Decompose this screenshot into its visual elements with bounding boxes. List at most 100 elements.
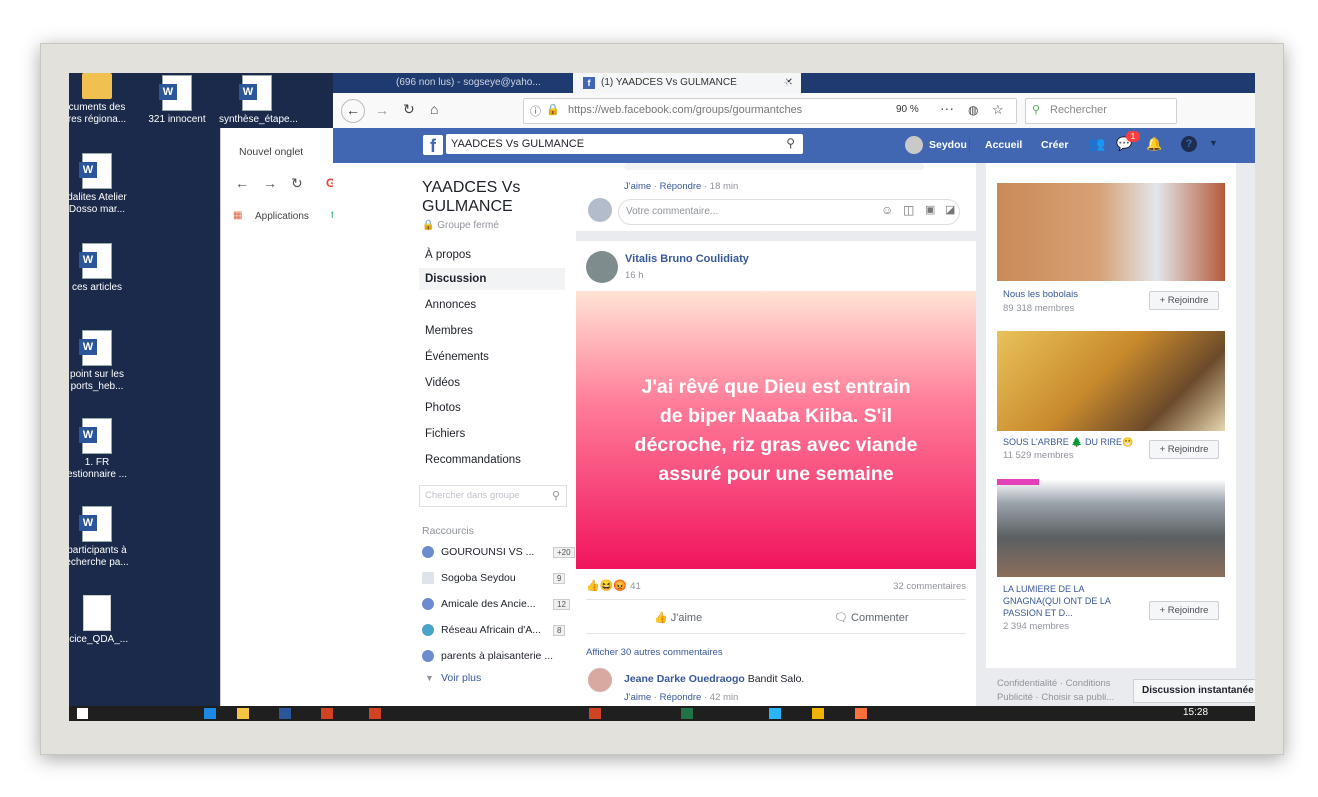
firefox-search-box[interactable]: ⚲ Rechercher [1025, 98, 1177, 124]
friends-icon[interactable]: 👥 [1089, 136, 1105, 152]
info-icon[interactable]: ⓘ [530, 103, 541, 119]
nav-item-videos[interactable]: Vidéos [425, 377, 460, 389]
desktop-icon-folder[interactable]: cuments des res régiona... [69, 73, 135, 126]
comment-author[interactable]: Jeane Darke Ouedraogo [624, 673, 745, 685]
chrome-icon[interactable] [812, 708, 824, 719]
nav-item-files[interactable]: Fichiers [425, 428, 465, 440]
avatar[interactable] [905, 136, 923, 154]
shortcut-item[interactable]: Réseau Africain d'A... [441, 624, 541, 636]
powerpoint-icon[interactable] [321, 708, 333, 719]
camera-icon[interactable]: ◫ [903, 203, 914, 217]
skype-icon[interactable] [769, 708, 781, 719]
nav-home-link[interactable]: Accueil [985, 139, 1022, 151]
word-icon[interactable] [279, 708, 291, 719]
help-icon[interactable]: ? [1181, 136, 1197, 152]
nav-create-link[interactable]: Créer [1041, 139, 1068, 151]
more-comments-link[interactable]: Afficher 30 autres commentaires [586, 647, 723, 658]
post-time[interactable]: 16 h [625, 270, 644, 281]
home-icon[interactable]: ⌂ [430, 101, 438, 117]
comment-reply-link[interactable]: Répondre [660, 181, 702, 192]
chrome-tab[interactable]: Nouvel onglet [239, 146, 303, 158]
nav-item-announcements[interactable]: Annonces [425, 299, 476, 311]
chevron-down-icon[interactable]: ▼ [1209, 138, 1218, 148]
shortcut-item[interactable]: parents à plaisanterie ... [441, 650, 553, 662]
footer-links[interactable]: Confidentialité · Conditions [997, 678, 1111, 689]
join-group-button[interactable]: + Rejoindre [1149, 601, 1219, 620]
acrobat-icon[interactable] [369, 708, 381, 719]
group-cover-image[interactable] [997, 183, 1225, 281]
url-bar[interactable]: ⓘ 🔒 https://web.facebook.com/groups/gour… [523, 98, 1017, 124]
forward-arrow-icon[interactable]: → [375, 102, 389, 118]
search-icon[interactable]: ⚲ [786, 136, 795, 150]
comment-input[interactable]: Votre commentaire... ☺ ◫ ▣ ◪ [618, 199, 960, 225]
back-arrow-icon[interactable]: ← [341, 99, 365, 123]
shortcut-item[interactable]: Sogoba Seydou [441, 572, 516, 584]
comment-reply-link[interactable]: Répondre [660, 692, 702, 703]
tab-facebook[interactable]: f (1) YAADCES Vs GULMANCE ✕ [573, 73, 801, 93]
tab-mail[interactable]: (696 non lus) - sogseye@yaho... ✕ [368, 73, 601, 93]
reload-icon[interactable]: ↻ [291, 175, 303, 192]
firefox-icon[interactable] [855, 708, 867, 719]
comments-count[interactable]: 32 commentaires [893, 581, 966, 592]
like-button[interactable]: 👍 J'aime [654, 611, 702, 624]
chat-bar[interactable]: Discussion instantanée [1133, 679, 1255, 703]
gif-icon[interactable]: ▣ [925, 203, 935, 216]
shortcut-item[interactable]: GOUROUNSI VS ... [441, 546, 534, 558]
bookmark-applications[interactable]: Applications [255, 211, 309, 222]
shortcut-item[interactable]: Amicale des Ancie... [441, 598, 536, 610]
facebook-logo-icon[interactable]: f [423, 135, 443, 156]
group-name[interactable]: LA LUMIERE DE LA GNAGNA(QUI ONT DE LA PA… [1003, 583, 1133, 619]
comment-button[interactable]: 🗨 Commenter [834, 611, 909, 624]
nav-item-members[interactable]: Membres [425, 325, 473, 337]
star-bookmark-icon[interactable]: ☆ [992, 102, 1004, 118]
more-dots-icon[interactable]: ··· [940, 100, 954, 116]
group-cover-image[interactable] [997, 479, 1225, 577]
group-name[interactable]: Nous les bobolais [1003, 289, 1078, 300]
avatar[interactable] [588, 668, 612, 692]
emoji-icon[interactable]: ☺ [881, 203, 893, 217]
reactions-row[interactable]: 👍😆😡 41 [586, 579, 641, 592]
desktop-icon-word[interactable]: W 321 innocent [139, 75, 215, 126]
desktop-icon-word[interactable]: W ces articles [69, 243, 135, 294]
nav-item-discussion[interactable]: Discussion [425, 273, 486, 285]
nav-item-recommendations[interactable]: Recommandations [425, 454, 521, 466]
new-tab-plus-icon[interactable]: + [783, 74, 791, 90]
sticker-icon[interactable]: ◪ [945, 203, 955, 216]
reload-icon[interactable]: ↻ [403, 101, 415, 118]
windows-start-icon[interactable] [77, 708, 88, 719]
zoom-level[interactable]: 90 % [896, 104, 919, 115]
profile-name[interactable]: Seydou [929, 139, 967, 151]
group-name[interactable]: SOUS L'ARBRE 🌲 DU RIRE😁 [1003, 437, 1133, 448]
desktop-icon-word[interactable]: W synthèse_étape... [219, 75, 298, 126]
post-author[interactable]: Vitalis Bruno Coulidiaty [625, 253, 749, 265]
desktop-icon-word[interactable]: W 1. FR estionnaire ... [69, 418, 135, 481]
desktop-icon-word[interactable]: W dalites Atelier Dosso mar... [69, 153, 135, 216]
group-cover-image[interactable] [997, 331, 1225, 431]
desktop-icon-word[interactable]: W point sur les ports_heb... [69, 330, 135, 393]
excel-icon[interactable] [681, 708, 693, 719]
pocket-icon[interactable]: ◍ [968, 103, 978, 117]
forward-arrow-icon[interactable]: → [263, 175, 277, 191]
search-icon[interactable]: ⚲ [552, 489, 560, 502]
edge-icon[interactable] [204, 708, 216, 719]
desktop-icon-word[interactable]: W participants à echerche pa... [69, 506, 135, 569]
see-more-link[interactable]: Voir plus [441, 672, 481, 684]
comment-like-link[interactable]: J'aime [624, 692, 651, 703]
back-arrow-icon[interactable]: ← [235, 175, 249, 191]
group-title[interactable]: YAADCES Vs GULMANCE [422, 178, 520, 216]
nav-item-photos[interactable]: Photos [425, 402, 461, 414]
join-group-button[interactable]: + Rejoindre [1149, 440, 1219, 459]
office-icon[interactable] [589, 708, 601, 719]
join-group-button[interactable]: + Rejoindre [1149, 291, 1219, 310]
facebook-search-input[interactable]: YAADCES Vs GULMANCE ⚲ [446, 134, 803, 154]
nav-item-about[interactable]: À propos [425, 249, 471, 261]
footer-links[interactable]: Publicité · Choisir sa publi... [997, 692, 1114, 703]
nav-item-events[interactable]: Événements [425, 351, 489, 363]
group-search-input[interactable]: Chercher dans groupe ⚲ [419, 485, 567, 507]
explorer-icon[interactable] [237, 708, 249, 719]
avatar[interactable] [586, 251, 618, 283]
bell-icon[interactable]: 🔔 [1146, 136, 1162, 152]
desktop-icon-label: 1. FR estionnaire ... [69, 457, 128, 480]
comment-like-link[interactable]: J'aime [624, 181, 651, 192]
desktop-icon-file[interactable]: rcice_QDA_... [69, 595, 135, 646]
